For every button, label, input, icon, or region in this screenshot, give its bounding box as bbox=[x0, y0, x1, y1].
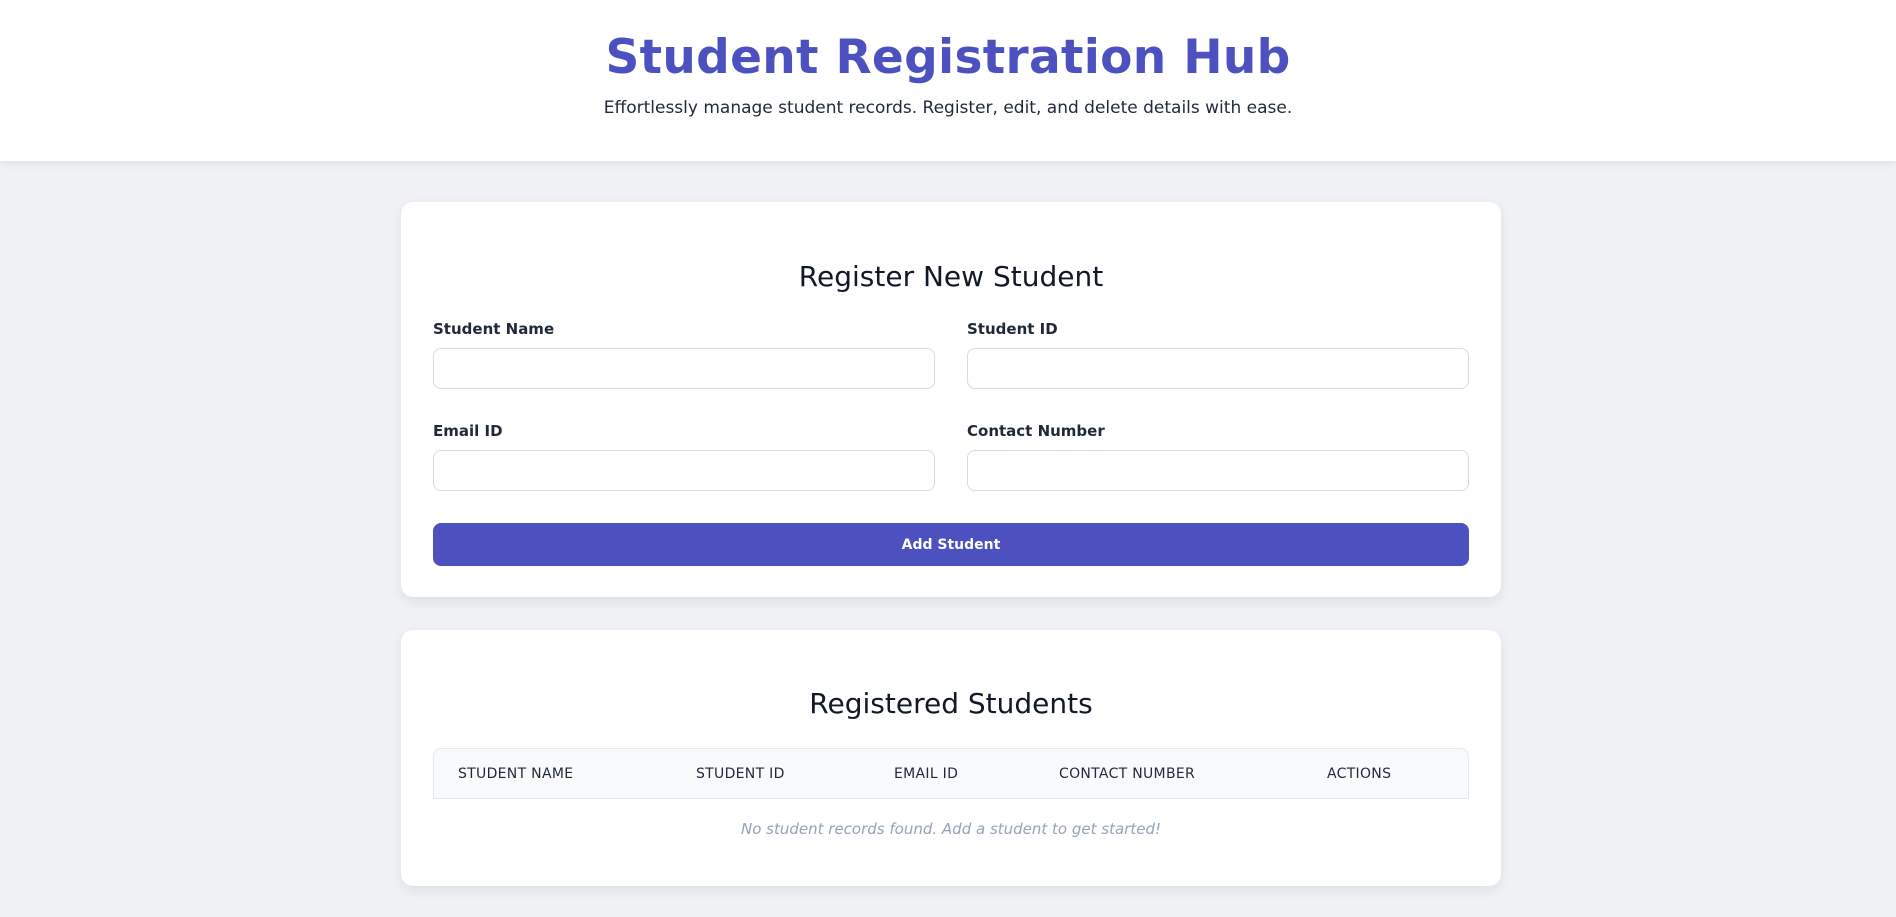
column-header-student-id: STUDENT ID bbox=[696, 766, 785, 782]
student-name-label: Student Name bbox=[433, 320, 555, 338]
form-title: Register New Student bbox=[798, 260, 1104, 293]
column-header-contact-number: CONTACT NUMBER bbox=[1059, 766, 1196, 782]
column-header-email-id: EMAIL ID bbox=[894, 766, 959, 782]
contact-number-input[interactable] bbox=[967, 450, 1469, 491]
student-id-input[interactable] bbox=[967, 348, 1469, 389]
email-id-label: Email ID bbox=[433, 422, 503, 440]
students-title: Registered Students bbox=[809, 687, 1093, 720]
registration-form-card: Register New Student Student Name Studen… bbox=[401, 202, 1501, 597]
registered-students-card: Registered Students STUDENT NAME STUDENT… bbox=[401, 630, 1501, 886]
student-id-label: Student ID bbox=[967, 320, 1058, 338]
column-header-student-name: STUDENT NAME bbox=[458, 766, 574, 782]
app-title: Student Registration Hub bbox=[605, 30, 1291, 85]
students-table-header: STUDENT NAME STUDENT ID EMAIL ID CONTACT… bbox=[433, 748, 1469, 799]
app-subtitle: Effortlessly manage student records. Reg… bbox=[603, 98, 1293, 118]
app-header: Student Registration Hub Effortlessly ma… bbox=[0, 0, 1896, 161]
student-name-input[interactable] bbox=[433, 348, 935, 389]
email-id-input[interactable] bbox=[433, 450, 935, 491]
add-student-button[interactable]: Add Student bbox=[433, 523, 1469, 566]
contact-number-label: Contact Number bbox=[967, 422, 1105, 440]
empty-table-message: No student records found. Add a student … bbox=[741, 820, 1161, 838]
column-header-actions: ACTIONS bbox=[1327, 766, 1392, 782]
